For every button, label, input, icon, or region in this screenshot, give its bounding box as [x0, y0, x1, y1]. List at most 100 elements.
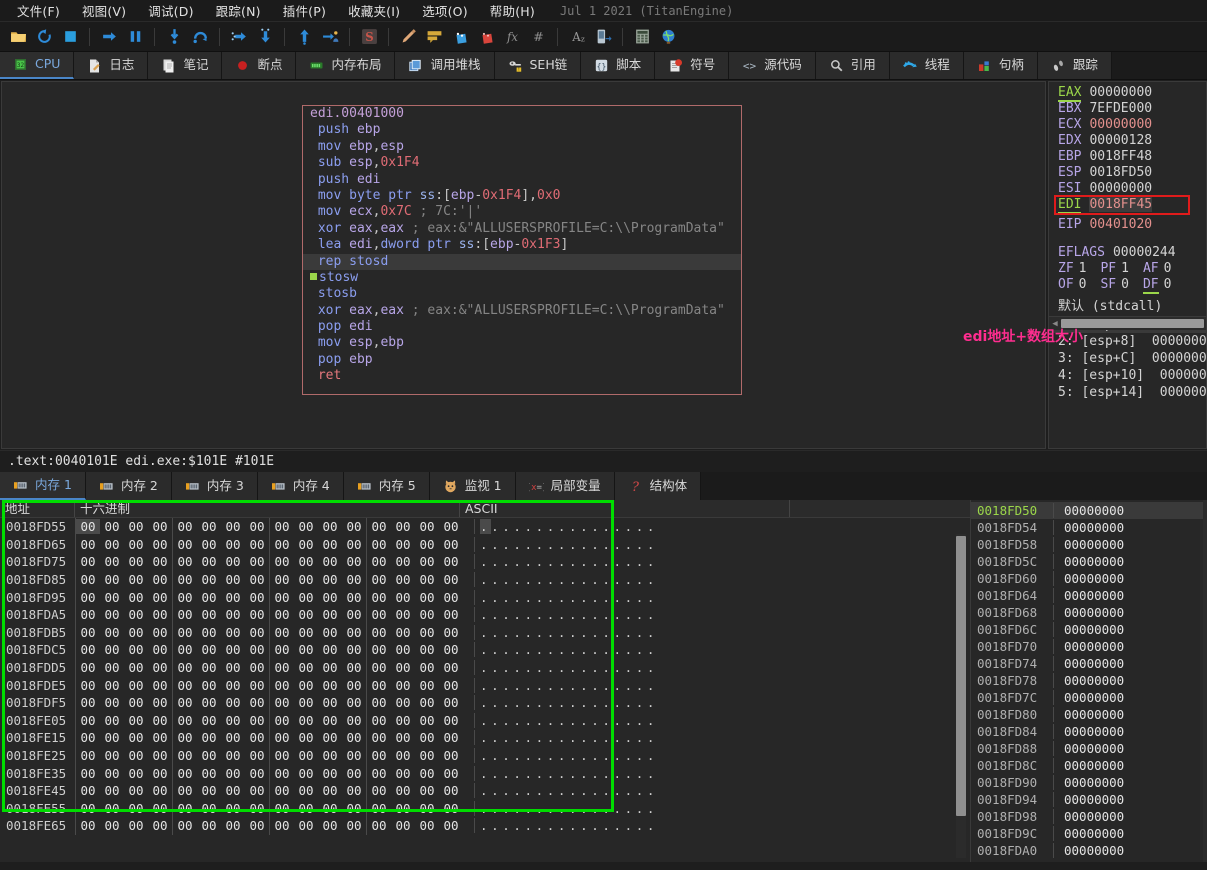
dump-byte[interactable]: 00	[100, 783, 124, 798]
dump-row[interactable]: 0018FE15 00 00 00 00 00 00 00 00 00 00 00 00 00 00 00 00…	[0, 729, 970, 747]
dump-byte[interactable]: 00	[415, 572, 439, 587]
dump-byte[interactable]: 00	[148, 642, 172, 657]
dump-byte[interactable]: 00	[391, 713, 415, 728]
register-value[interactable]: 00000000	[1089, 117, 1152, 132]
dump-byte[interactable]: 00	[76, 607, 100, 622]
dump-byte[interactable]: 00	[294, 642, 318, 657]
dump-byte[interactable]: 00	[197, 519, 221, 534]
dump-byte[interactable]: 00	[148, 801, 172, 816]
dump-byte[interactable]: 00	[439, 519, 463, 534]
dump-byte[interactable]: 00	[197, 801, 221, 816]
stack-row[interactable]: 0018FD58 00000000	[971, 536, 1207, 553]
dump-byte[interactable]: 00	[367, 766, 391, 781]
disasm-line[interactable]: ret	[303, 368, 741, 384]
dump-row[interactable]: 0018FDC5 00 00 00 00 00 00 00 00 00 00 00 00 00 00 00 00…	[0, 641, 970, 659]
dump-byte[interactable]: 00	[197, 818, 221, 833]
bookmark-blue-icon[interactable]	[448, 25, 472, 49]
dump-byte[interactable]: 00	[270, 818, 294, 833]
dump-byte[interactable]: 00	[439, 678, 463, 693]
dumptab-监视-1[interactable]: 监视 1	[429, 472, 516, 500]
dump-byte[interactable]: 00	[221, 730, 245, 745]
dumptab-内存-3[interactable]: 内存 3	[171, 472, 258, 500]
register-row-edx[interactable]: EDX 00000128	[1049, 133, 1206, 149]
eflags-row[interactable]: EFLAGS 00000244	[1049, 245, 1206, 261]
dump-byte[interactable]: 00	[245, 783, 269, 798]
tab-日志[interactable]: 日志	[74, 52, 149, 79]
dumptab-内存-1[interactable]: 内存 1	[0, 472, 86, 500]
dump-byte[interactable]: 00	[197, 625, 221, 640]
dump-row[interactable]: 0018FD75 00 00 00 00 00 00 00 00 00 00 00 00 00 00 00 00…	[0, 553, 970, 571]
function-fx-icon[interactable]: fx	[500, 25, 524, 49]
dump-byte[interactable]: 00	[245, 713, 269, 728]
attach-icon[interactable]	[591, 25, 615, 49]
disasm-line[interactable]: mov ecx,0x7C ; 7C:'|'	[303, 204, 741, 220]
stack-value[interactable]: 00000000	[1053, 673, 1124, 688]
stack-row[interactable]: 0018FD68 00000000	[971, 604, 1207, 621]
dump-row[interactable]: 0018FD85 00 00 00 00 00 00 00 00 00 00 00 00 00 00 00 00…	[0, 570, 970, 589]
dump-byte[interactable]: 00	[100, 660, 124, 675]
dump-byte[interactable]: 00	[148, 660, 172, 675]
dump-byte[interactable]: 00	[342, 713, 366, 728]
dump-byte[interactable]: 00	[197, 537, 221, 552]
dump-byte[interactable]: 00	[415, 678, 439, 693]
dump-byte[interactable]: 00	[342, 607, 366, 622]
dump-byte[interactable]: 00	[197, 607, 221, 622]
dump-byte[interactable]: 00	[439, 554, 463, 569]
dump-byte[interactable]: 00	[148, 695, 172, 710]
globe-icon[interactable]	[656, 25, 680, 49]
dump-byte[interactable]: 00	[270, 660, 294, 675]
dump-byte[interactable]: 00	[221, 783, 245, 798]
dump-ascii[interactable]: ................	[474, 818, 658, 834]
dump-byte[interactable]: 00	[100, 625, 124, 640]
dump-byte[interactable]: 00	[124, 748, 148, 763]
dump-row[interactable]: 0018FE45 00 00 00 00 00 00 00 00 00 00 00 00 00 00 00 00…	[0, 781, 970, 800]
dump-byte[interactable]: 00	[415, 730, 439, 745]
dump-byte[interactable]: 00	[124, 537, 148, 552]
call-argument-row[interactable]: 3: [esp+C] 00000000	[1049, 350, 1206, 367]
dump-byte[interactable]: 00	[415, 783, 439, 798]
flag-value[interactable]: 0	[1121, 277, 1129, 292]
dump-ascii[interactable]: ................	[474, 624, 658, 640]
dump-byte[interactable]: 00	[245, 818, 269, 833]
dump-byte[interactable]: 00	[270, 678, 294, 693]
register-value[interactable]: 0018FD50	[1089, 165, 1152, 180]
dump-byte[interactable]: 00	[415, 625, 439, 640]
pencil-icon[interactable]	[396, 25, 420, 49]
dump-byte[interactable]: 00	[173, 607, 197, 622]
dump-byte[interactable]: 00	[294, 713, 318, 728]
dump-byte[interactable]: 00	[100, 748, 124, 763]
register-value[interactable]: 0018FF48	[1089, 149, 1152, 164]
dump-ascii[interactable]: ................	[474, 695, 658, 711]
dump-byte[interactable]: 00	[100, 678, 124, 693]
dump-byte[interactable]: 00	[318, 590, 342, 605]
dump-byte[interactable]: 00	[342, 660, 366, 675]
stack-value[interactable]: 00000000	[1053, 809, 1124, 824]
menu-item-1[interactable]: 视图(V)	[71, 0, 137, 22]
dump-byte[interactable]: 00	[124, 572, 148, 587]
dump-byte[interactable]: 00	[415, 554, 439, 569]
stack-row[interactable]: 0018FD84 00000000	[971, 723, 1207, 740]
dump-byte[interactable]: 00	[318, 537, 342, 552]
dump-byte[interactable]: 00	[245, 660, 269, 675]
disassembly-listing[interactable]: edi.00401000 push ebp mov ebp,esp sub es…	[302, 105, 742, 395]
dump-byte[interactable]: 00	[124, 695, 148, 710]
tab-符号[interactable]: 符号	[655, 52, 730, 79]
dump-byte[interactable]: 00	[124, 818, 148, 833]
dump-byte[interactable]: 00	[173, 695, 197, 710]
dump-byte[interactable]: 00	[197, 678, 221, 693]
dump-byte[interactable]: 00	[173, 660, 197, 675]
dump-byte[interactable]: 00	[124, 730, 148, 745]
dump-byte[interactable]: 00	[245, 678, 269, 693]
stack-value[interactable]: 00000000	[1053, 690, 1124, 705]
dump-byte[interactable]: 00	[100, 818, 124, 833]
dump-byte[interactable]: 00	[391, 590, 415, 605]
dump-byte[interactable]: 00	[221, 607, 245, 622]
dump-byte[interactable]: 00	[76, 766, 100, 781]
register-value[interactable]: 00401020	[1089, 217, 1152, 232]
flag-value[interactable]: 1	[1121, 261, 1129, 276]
dump-byte[interactable]: 00	[439, 783, 463, 798]
register-value[interactable]: 00000000	[1089, 181, 1152, 196]
tab-句柄[interactable]: 句柄	[963, 52, 1038, 79]
stack-value[interactable]: 00000000	[1053, 588, 1124, 603]
dump-byte[interactable]: 00	[367, 801, 391, 816]
